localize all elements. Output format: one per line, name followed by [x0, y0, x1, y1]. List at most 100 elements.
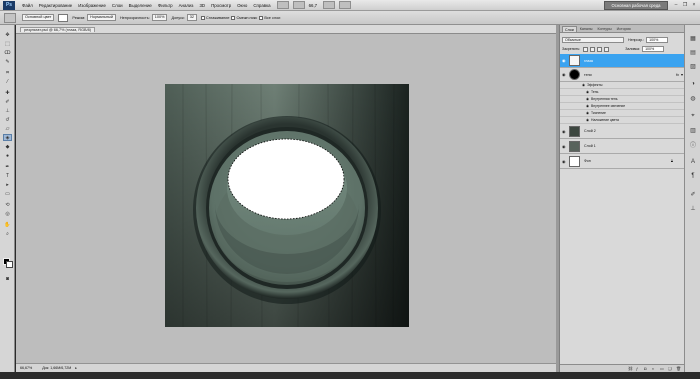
lock-transparency-icon[interactable] — [583, 46, 589, 52]
opacity-field[interactable]: 100% — [151, 14, 168, 21]
lock-pixels-icon[interactable] — [590, 46, 596, 52]
menu-edit[interactable]: Редактирование — [39, 3, 72, 8]
move-tool-icon[interactable]: ✥ — [3, 31, 12, 38]
paragraph-panel-icon[interactable]: ¶ — [688, 171, 698, 181]
visibility-eye-icon[interactable]: ◉ — [562, 72, 567, 77]
blur-tool-icon[interactable]: ◆ — [3, 143, 12, 150]
effect-row-bevel-emboss[interactable]: ◉ Тиснение — [560, 110, 685, 117]
eraser-tool-icon[interactable]: ▱ — [3, 125, 12, 132]
hand-tool-icon[interactable]: ✋ — [3, 221, 12, 228]
restore-icon[interactable]: ❐ — [682, 2, 688, 8]
adjustments-panel-icon[interactable]: ◑ — [688, 79, 698, 89]
tab-channels[interactable]: Каналы — [578, 26, 595, 32]
brushes-panel-icon[interactable]: ✐ — [688, 189, 698, 199]
add-style-icon[interactable]: ƒ — [636, 366, 641, 371]
paint-bucket-tool-icon[interactable]: ◈ — [3, 134, 12, 141]
menu-layer[interactable]: Слои — [112, 3, 123, 8]
tool-preset-picker[interactable] — [4, 12, 16, 23]
visibility-eye-icon[interactable]: ◉ — [586, 90, 589, 94]
link-layers-icon[interactable]: ⛓ — [628, 366, 633, 371]
swatches-panel-icon[interactable]: ▤ — [688, 47, 698, 57]
effect-row-inner-glow[interactable]: ◉ Внутреннее свечение — [560, 103, 685, 110]
menu-analysis[interactable]: Анализ — [179, 3, 194, 8]
fx-icon[interactable]: fx — [676, 72, 679, 77]
tab-history[interactable]: История — [615, 26, 633, 32]
dodge-tool-icon[interactable]: ● — [3, 152, 12, 159]
visibility-eye-icon[interactable]: ◉ — [562, 129, 567, 134]
type-tool-icon[interactable]: T — [3, 172, 12, 179]
workspace-switcher-button[interactable]: Основная рабочая среда — [604, 1, 668, 10]
visibility-eye-icon[interactable]: ◉ — [586, 97, 589, 101]
path-select-tool-icon[interactable]: ▸ — [3, 181, 12, 188]
crop-tool-icon[interactable]: ⌗ — [3, 69, 12, 76]
character-panel-icon[interactable]: A — [688, 157, 698, 167]
histogram-panel-icon[interactable]: ▥ — [688, 125, 698, 135]
tolerance-field[interactable]: 32 — [186, 14, 197, 21]
antialias-checkbox[interactable] — [200, 15, 205, 20]
visibility-eye-icon[interactable]: ◉ — [586, 111, 589, 115]
new-group-icon[interactable]: ▭ — [660, 366, 665, 371]
navigator-panel-icon[interactable]: ⌖ — [688, 111, 698, 121]
visibility-eye-icon[interactable]: ◉ — [582, 83, 585, 87]
blend-mode-select[interactable]: Обычные — [562, 37, 624, 43]
document-tab[interactable]: результат.psd @ 66,7% (глаза, RGB/8) — [20, 27, 96, 32]
layer-row-background[interactable]: ◉ Фон 🔒︎ — [560, 154, 685, 169]
history-brush-tool-icon[interactable]: ↺ — [3, 116, 12, 123]
menu-3d[interactable]: 3D — [199, 3, 205, 8]
layer-row-eyes[interactable]: ◉ глаза — [560, 54, 685, 68]
zoom-field[interactable]: 66,67% — [20, 366, 32, 370]
healing-brush-tool-icon[interactable]: ✚ — [3, 89, 12, 96]
bridge-icon[interactable] — [276, 1, 289, 9]
layer-row-layer-2[interactable]: ◉ Слой 2 — [560, 124, 685, 139]
contiguous-checkbox[interactable] — [231, 15, 236, 20]
status-menu-arrow[interactable]: ▸ — [75, 366, 77, 370]
minimize-icon[interactable]: – — [673, 2, 679, 8]
brush-tool-icon[interactable]: ✐ — [3, 98, 12, 105]
screen-mode-icon[interactable] — [339, 1, 352, 9]
clone-source-panel-icon[interactable]: ⊥ — [688, 203, 698, 213]
menu-help[interactable]: Справка — [253, 3, 270, 8]
zoom-tool-icon[interactable]: ⌕ — [3, 230, 12, 237]
layer-opacity-field[interactable]: 100% — [646, 37, 669, 43]
lasso-tool-icon[interactable]: ↀ — [3, 49, 12, 56]
eyedropper-tool-icon[interactable]: ⁄ — [3, 78, 12, 85]
background-color-swatch[interactable] — [6, 261, 13, 268]
new-layer-icon[interactable]: ❏ — [668, 366, 673, 371]
arrange-documents-icon[interactable] — [323, 1, 336, 9]
fill-source-select[interactable]: Основной цвет — [22, 14, 55, 21]
visibility-eye-icon[interactable]: ◉ — [562, 159, 567, 164]
lock-position-icon[interactable] — [597, 46, 603, 52]
3d-rotate-tool-icon[interactable]: ⟲ — [3, 201, 12, 208]
pattern-swatch[interactable] — [58, 13, 69, 22]
tab-layers[interactable]: Слои — [562, 26, 577, 32]
effect-row-inner-shadow[interactable]: ◉ Внутренняя тень — [560, 96, 685, 103]
menu-file[interactable]: Файл — [22, 3, 33, 8]
close-icon[interactable]: × — [691, 2, 697, 8]
pen-tool-icon[interactable]: ✒ — [3, 163, 12, 170]
effect-row-drop-shadow[interactable]: ◉ Тень — [560, 89, 685, 96]
quick-mask-icon[interactable]: ◙ — [3, 275, 12, 282]
menu-view[interactable]: Просмотр — [211, 3, 231, 8]
styles-panel-icon[interactable]: ▨ — [688, 61, 698, 71]
visibility-eye-icon[interactable]: ◉ — [562, 58, 567, 63]
effect-row-color-overlay[interactable]: ◉ Наложение цвета — [560, 117, 685, 124]
menu-select[interactable]: Выделение — [129, 3, 152, 8]
effects-header[interactable]: ◉ Эффекты — [560, 82, 685, 89]
menu-image[interactable]: Изображение — [78, 3, 106, 8]
mode-select[interactable]: Нормальный — [87, 14, 116, 21]
delete-layer-icon[interactable]: 🗑︎ — [676, 366, 681, 371]
menu-filter[interactable]: Фильтр — [158, 3, 173, 8]
info-panel-icon[interactable]: ⓘ — [688, 139, 698, 149]
clone-stamp-tool-icon[interactable]: ⊥ — [3, 107, 12, 114]
layer-row-layer-1[interactable]: ◉ Слой 1 — [560, 139, 685, 154]
tab-paths[interactable]: Контуры — [596, 26, 614, 32]
lock-all-icon[interactable] — [604, 46, 610, 52]
color-panel-icon[interactable]: ▦ — [688, 33, 698, 43]
visibility-eye-icon[interactable]: ◉ — [586, 118, 589, 122]
chevron-down-icon[interactable]: ▾ — [681, 72, 683, 77]
add-mask-icon[interactable]: ◘ — [644, 366, 649, 371]
masks-panel-icon[interactable]: ◍ — [688, 93, 698, 103]
menu-window[interactable]: Окно — [237, 3, 247, 8]
layer-row-shadows[interactable]: ◉ тени fx ▾ — [560, 68, 685, 82]
visibility-eye-icon[interactable]: ◉ — [562, 144, 567, 149]
